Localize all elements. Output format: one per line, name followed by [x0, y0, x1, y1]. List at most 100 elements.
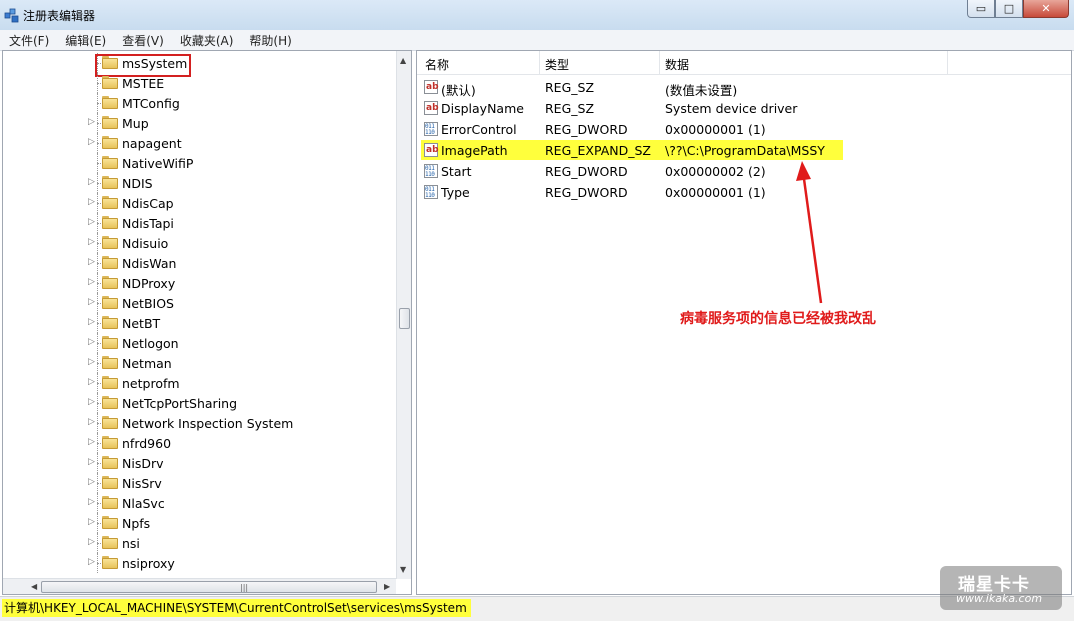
tree-item[interactable]: ▷ Ndisuio: [3, 233, 397, 253]
expand-arrow-icon[interactable]: ▷: [88, 457, 95, 467]
tree-item-label: NdisCap: [122, 196, 174, 211]
tree-item[interactable]: ▷ Netman: [3, 353, 397, 373]
tree-item-label: NdisTapi: [122, 216, 174, 231]
folder-icon: [102, 356, 118, 369]
folder-icon: [102, 416, 118, 429]
tree-item-label: Network Inspection System: [122, 416, 294, 431]
tree-item-label: Mup: [122, 116, 149, 131]
expand-arrow-icon[interactable]: ▷: [88, 497, 95, 507]
tree-item[interactable]: ▷ NdisCap: [3, 193, 397, 213]
close-icon: ✕: [1041, 2, 1051, 15]
tree-item[interactable]: ▷ NisSrv: [3, 473, 397, 493]
registry-editor-icon: [4, 8, 19, 23]
tree-item[interactable]: ▷ NetTcpPortSharing: [3, 393, 397, 413]
expand-arrow-icon[interactable]: ▷: [88, 477, 95, 487]
tree-item[interactable]: MSTEE: [3, 73, 397, 93]
expand-arrow-icon[interactable]: ▷: [88, 237, 95, 247]
tree-item[interactable]: ▷ Netlogon: [3, 333, 397, 353]
folder-icon: [102, 516, 118, 529]
menu-help[interactable]: 帮助(H): [240, 32, 298, 49]
expand-arrow-icon[interactable]: ▷: [88, 537, 95, 547]
expand-arrow-icon[interactable]: ▷: [88, 437, 95, 447]
menu-edit[interactable]: 编辑(E): [56, 32, 113, 49]
tree-item-label: nsi: [122, 536, 140, 551]
tree-item-label: NlaSvc: [122, 496, 165, 511]
expand-arrow-icon[interactable]: ▷: [88, 297, 95, 307]
tree-item[interactable]: ▷ NDIS: [3, 173, 397, 193]
window-title: 注册表编辑器: [23, 9, 96, 23]
expand-arrow-icon[interactable]: ▷: [88, 337, 95, 347]
tree-item-label: Netlogon: [122, 336, 179, 351]
expand-arrow-icon[interactable]: ▷: [88, 117, 95, 127]
expand-arrow-icon[interactable]: ▷: [88, 317, 95, 327]
tree-item[interactable]: ▷ netprofm: [3, 373, 397, 393]
tree-item[interactable]: ▷ NdisTapi: [3, 213, 397, 233]
tree-item[interactable]: ▷ NDProxy: [3, 273, 397, 293]
tree-item-label: NdisWan: [122, 256, 177, 271]
tree-item[interactable]: ▷ NlaSvc: [3, 493, 397, 513]
tree-vertical-scrollbar[interactable]: ▲ ▼: [396, 51, 411, 579]
tree-item[interactable]: msSystem: [3, 53, 397, 77]
key-tree-pane[interactable]: msSystem MSTEE MTConfig ▷ Mup ▷ napagent Native…: [2, 50, 412, 595]
registry-path: 计算机\HKEY_LOCAL_MACHINE\SYSTEM\CurrentCon…: [2, 599, 471, 617]
tree-item[interactable]: ▷ NetBT: [3, 313, 397, 333]
scroll-right-icon[interactable]: ▶: [384, 582, 390, 591]
expand-arrow-icon[interactable]: ▷: [88, 417, 95, 427]
tree-item[interactable]: NativeWifiP: [3, 153, 397, 173]
expand-arrow-icon[interactable]: ▷: [88, 517, 95, 527]
menu-view[interactable]: 查看(V): [113, 32, 171, 49]
tree-item[interactable]: ▷ Mup: [3, 113, 397, 133]
tree-item-label: Ndisuio: [122, 236, 169, 251]
tree-item[interactable]: ▷ nsiproxy: [3, 553, 397, 573]
tree-item[interactable]: ▷ nsi: [3, 533, 397, 553]
folder-icon: [102, 396, 118, 409]
folder-icon: [102, 456, 118, 469]
tree-item[interactable]: ▷ NisDrv: [3, 453, 397, 473]
expand-arrow-icon[interactable]: ▷: [88, 137, 95, 147]
expand-arrow-icon[interactable]: ▷: [88, 357, 95, 367]
status-bar: 计算机\HKEY_LOCAL_MACHINE\SYSTEM\CurrentCon…: [0, 596, 1074, 621]
scroll-down-icon[interactable]: ▼: [400, 565, 406, 574]
folder-icon: [102, 276, 118, 289]
close-button[interactable]: ✕: [1023, 0, 1069, 18]
expand-arrow-icon[interactable]: ▷: [88, 197, 95, 207]
value-list-pane[interactable]: 名称 类型 数据 ab (默认) REG_SZ (数值未设置) ab DisplayNam…: [416, 50, 1072, 595]
scroll-left-icon[interactable]: ◀: [31, 582, 37, 591]
tree-item[interactable]: ▷ Network Inspection System: [3, 413, 397, 433]
expand-arrow-icon[interactable]: ▷: [88, 217, 95, 227]
maximize-icon: □: [1003, 2, 1015, 15]
expand-arrow-icon[interactable]: ▷: [88, 557, 95, 567]
folder-icon: [102, 436, 118, 449]
tree-vertical-scroll-thumb[interactable]: [399, 308, 410, 329]
expand-arrow-icon[interactable]: ▷: [88, 277, 95, 287]
expand-arrow-icon[interactable]: ▷: [88, 257, 95, 267]
scroll-grip-icon: |||: [240, 583, 249, 592]
tree-item-label: NetTcpPortSharing: [122, 396, 238, 411]
menu-file[interactable]: 文件(F): [0, 32, 56, 49]
tree-item[interactable]: ▷ napagent: [3, 133, 397, 153]
tree-item-label: Npfs: [122, 516, 151, 531]
tree-item-label: NDProxy: [122, 276, 176, 291]
maximize-button[interactable]: □: [995, 0, 1023, 18]
folder-icon: [102, 316, 118, 329]
expand-arrow-icon[interactable]: ▷: [88, 397, 95, 407]
folder-icon: [102, 296, 118, 309]
menu-bar: 文件(F) 编辑(E) 查看(V) 收藏夹(A) 帮助(H): [0, 30, 1074, 51]
tree-item[interactable]: ▷ NetBIOS: [3, 293, 397, 313]
scroll-up-icon[interactable]: ▲: [400, 56, 406, 65]
tree-item[interactable]: ▷ nfrd960: [3, 433, 397, 453]
tree-horizontal-scrollbar[interactable]: ◀ ||| ▶: [3, 578, 396, 594]
folder-icon: [102, 216, 118, 229]
expand-arrow-icon[interactable]: ▷: [88, 377, 95, 387]
menu-favorites[interactable]: 收藏夹(A): [171, 32, 241, 49]
tree-item-label: NetBT: [122, 316, 161, 331]
expand-arrow-icon[interactable]: ▷: [88, 177, 95, 187]
folder-icon: [102, 536, 118, 549]
tree-item-label: nfrd960: [122, 436, 172, 451]
tree-item[interactable]: ▷ NdisWan: [3, 253, 397, 273]
minimize-button[interactable]: ▭: [967, 0, 995, 18]
tree-item[interactable]: MTConfig: [3, 93, 397, 113]
folder-icon: [102, 376, 118, 389]
tree-item[interactable]: ▷ Npfs: [3, 513, 397, 533]
tree-horizontal-scroll-thumb[interactable]: |||: [41, 581, 377, 593]
